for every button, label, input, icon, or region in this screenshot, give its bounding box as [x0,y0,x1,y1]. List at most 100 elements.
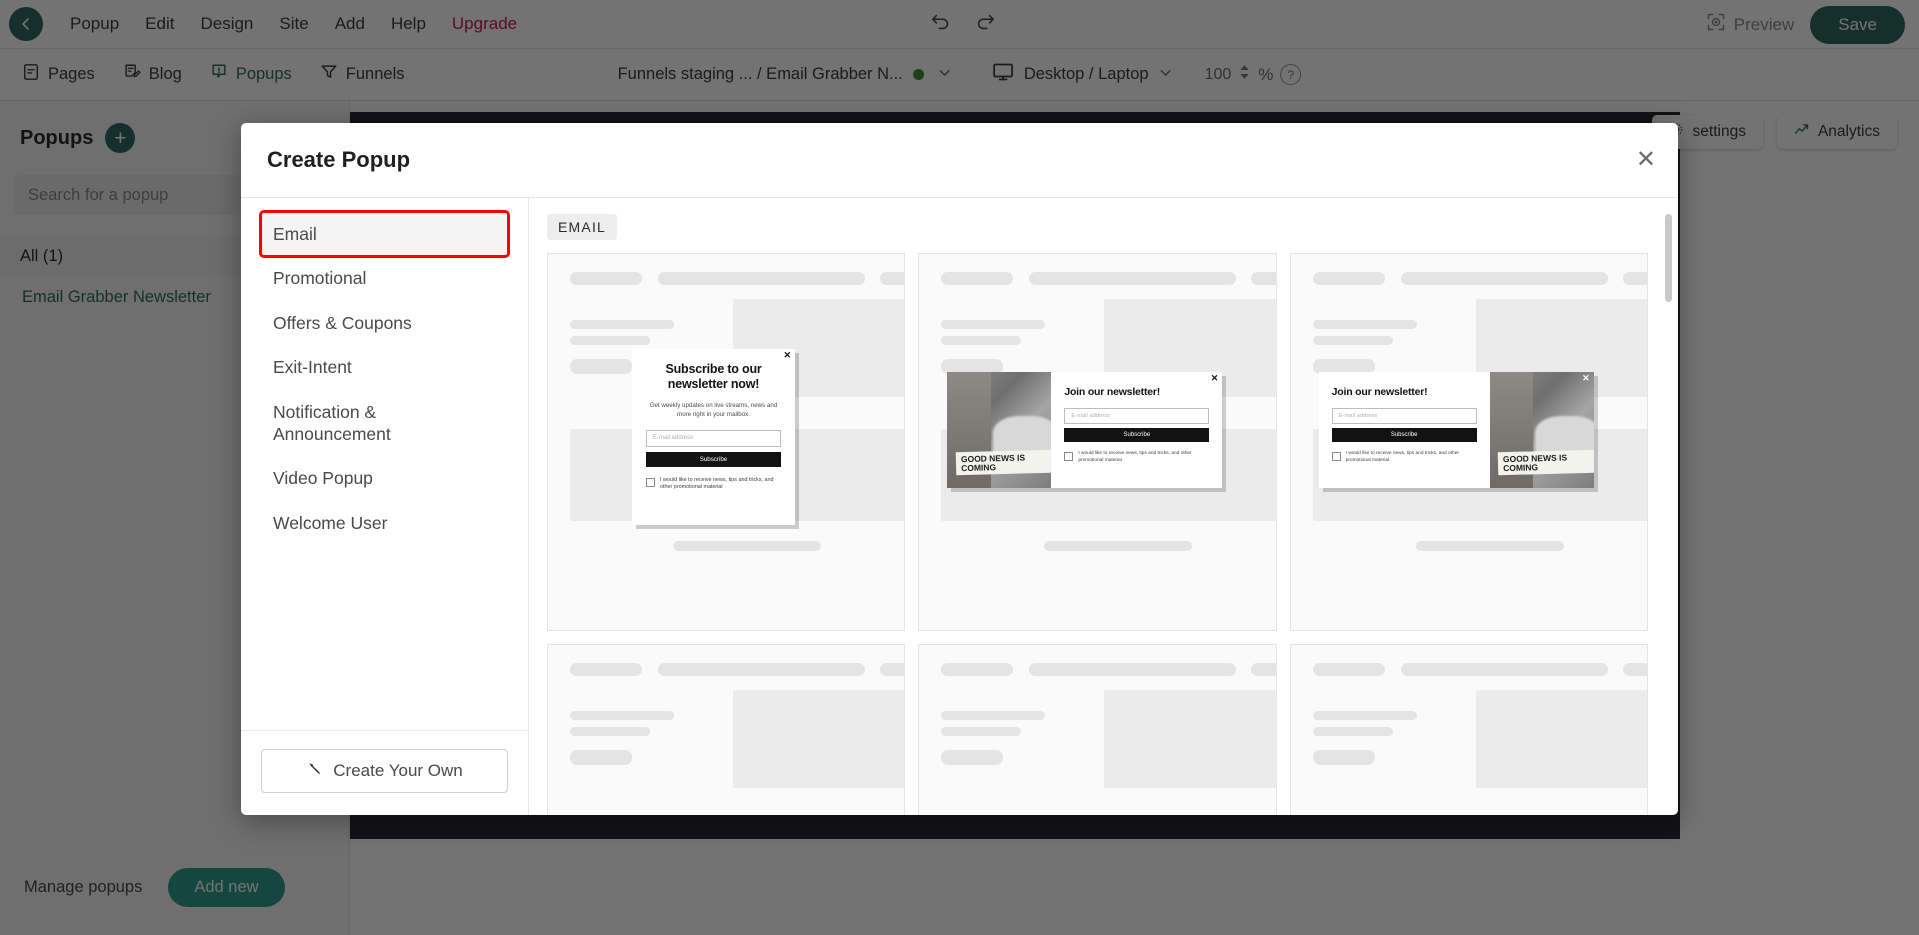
skeleton-bar [1029,663,1237,676]
close-x-icon: ✕ [783,350,791,360]
popup-email-input: E-mail address [1064,408,1210,424]
popup-image: GOOD NEWS IS COMING [947,372,1052,488]
skeleton-bar [941,320,1046,329]
template-card[interactable]: GOOD NEWS IS COMING ✕ Join our newslette… [918,253,1277,631]
skeleton-image [733,690,905,788]
category-item-exit-intent[interactable]: Exit-Intent [261,345,508,389]
skeleton-bar [1415,541,1564,551]
template-card[interactable]: ✕ SUBSCRIBE NOW Get exclusive news [1289,644,1648,815]
popup-consent-text: I would like to receive news, tips and t… [1345,451,1459,463]
skeleton-bar [941,727,1022,736]
skeleton-bar [658,663,865,676]
checkbox [1064,452,1074,461]
skeleton-bar [570,359,632,374]
skeleton-bar [880,663,905,676]
popup-subscribe-button: Subscribe [1331,428,1477,442]
skeleton-bar [1029,272,1237,285]
checkbox [1331,452,1341,461]
category-panel: Email Promotional Offers & Coupons Exit-… [241,198,529,815]
skeleton-bar [1400,272,1608,285]
template-popup-preview: GOOD NEWS IS COMING ✕ Join our newslette… [947,372,1223,488]
skeleton-bar [570,272,642,285]
template-scroll-area: EMAIL ✕ Subscribe to our newsletter now!… [529,198,1678,815]
popup-heading: Join our newsletter! [1331,386,1428,398]
template-scrollbar[interactable] [1665,214,1672,807]
skeleton-bar [1312,336,1393,345]
category-item-offers-coupons[interactable]: Offers & Coupons [261,301,508,345]
skeleton-bar [1251,663,1276,676]
template-grid: ✕ Subscribe to our newsletter now! Get w… [547,253,1648,815]
skeleton-bar [570,336,650,345]
template-popup-preview: Join our newsletter! E-mail address Subs… [1318,372,1594,488]
template-popup-preview: ✕ Subscribe to our newsletter now! Get w… [632,349,795,525]
close-x-icon[interactable]: ✕ [1636,148,1656,172]
popup-consent: I would like to receive news, tips and t… [646,477,781,493]
skeleton-bar [1622,272,1647,285]
create-your-own-label: Create Your Own [333,761,463,780]
section-tag-email: EMAIL [547,214,618,240]
create-your-own-button[interactable]: Create Your Own [261,749,508,793]
skeleton-bar [941,336,1022,345]
skeleton-bar [570,711,674,720]
popup-heading: Subscribe to our newsletter now! [665,362,762,391]
popup-subscribe-button: Subscribe [646,451,781,467]
app-root: Popup Edit Design Site Add Help Upgrade [0,0,1919,935]
skeleton-bar [1622,663,1647,676]
category-item-promotional[interactable]: Promotional [261,256,508,300]
skeleton-bar [1312,663,1385,676]
popup-email-input: E-mail address [1331,408,1477,424]
template-panel: EMAIL ✕ Subscribe to our newsletter now!… [529,198,1678,815]
skeleton-bar [1400,663,1608,676]
template-card[interactable]: Join our newsletter! E-mail address Subs… [1289,253,1648,631]
skeleton-bar [1044,541,1193,551]
skeleton-bar [570,320,674,329]
skeleton-bar [1312,750,1375,765]
checkbox [646,477,655,487]
skeleton-bar [570,663,642,676]
skeleton-bar [1312,320,1417,329]
skeleton-bar [941,272,1014,285]
skeleton-bar [941,663,1014,676]
skeleton-bar [1312,272,1385,285]
template-card[interactable]: ✕ Get exclusive news Get weekly updates … [918,644,1277,815]
popup-image-caption: GOOD NEWS IS COMING [955,449,1052,476]
popup-heading: Join our newsletter! [1064,386,1161,398]
category-list: Email Promotional Offers & Coupons Exit-… [241,198,528,730]
popup-image: ✕ GOOD NEWS IS COMING [1489,372,1594,488]
close-x-icon: ✕ [1210,373,1219,383]
category-item-notification-announcement[interactable]: Notification & Announcement [261,390,508,457]
skeleton-bar [1312,711,1417,720]
skeleton-bar [1312,727,1393,736]
category-item-welcome-user[interactable]: Welcome User [261,501,508,545]
close-x-icon: ✕ [1582,373,1590,383]
template-card[interactable] [547,644,906,815]
scrollbar-thumb[interactable] [1665,214,1672,302]
popup-consent: I would like to receive news, tips and t… [1064,451,1209,465]
popup-email-input: E-mail address [646,429,781,447]
skeleton-image [1104,690,1276,788]
skeleton-bar [570,750,632,765]
skeleton-bar [658,272,865,285]
skeleton-image [1475,690,1647,788]
template-card[interactable]: ✕ Subscribe to our newsletter now! Get w… [547,253,906,631]
skeleton-bar [880,272,905,285]
popup-image-caption: GOOD NEWS IS COMING [1497,449,1594,476]
popup-subscribe-button: Subscribe [1064,428,1210,442]
popup-consent-text: I would like to receive news, tips and t… [1078,451,1192,463]
popup-subtext: Get weekly updates on live streams, news… [649,402,778,419]
skeleton-bar [941,711,1046,720]
popup-consent-text: I would like to receive news, tips and t… [660,476,774,491]
modal-header: Create Popup ✕ [241,123,1678,197]
modal-body: Email Promotional Offers & Coupons Exit-… [241,197,1678,815]
skeleton-bar [673,541,821,551]
modal-title: Create Popup [267,147,411,172]
magic-wand-icon [306,760,323,782]
category-item-email[interactable]: Email [259,209,510,259]
create-popup-modal: Create Popup ✕ Email Promotional Offers … [241,123,1678,815]
skeleton-bar [941,750,1004,765]
skeleton-bar [570,727,650,736]
skeleton-bar [1251,272,1276,285]
category-item-video-popup[interactable]: Video Popup [261,456,508,500]
popup-consent: I would like to receive news, tips and t… [1331,451,1477,465]
category-panel-footer: Create Your Own [241,730,528,815]
